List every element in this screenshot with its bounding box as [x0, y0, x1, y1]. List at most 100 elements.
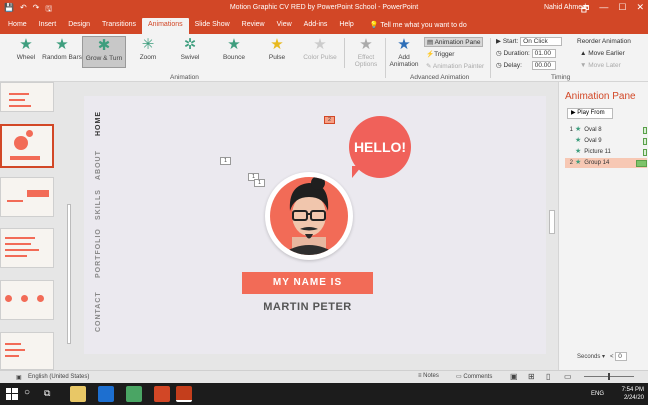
thumb-bar — [10, 156, 40, 160]
effect-label: Zoom — [139, 54, 157, 61]
duration-input[interactable]: 01.00 — [531, 49, 556, 58]
animation-item-selected[interactable]: 2 ★ Group 14 — [565, 158, 647, 168]
sorter-view-icon[interactable]: ⊞ — [528, 372, 535, 381]
slide-scrollbar[interactable] — [548, 84, 556, 356]
animation-pane-button[interactable]: ▤ Animation Pane — [424, 37, 484, 47]
slide-thumbnail[interactable] — [0, 228, 54, 268]
slide-thumbnail[interactable] — [0, 332, 54, 370]
animation-item[interactable]: ★ Oval 9 — [565, 136, 647, 146]
minimize-icon[interactable]: — — [599, 2, 608, 18]
start-dropdown[interactable]: On Click — [520, 37, 563, 46]
effect-options-button[interactable]: ★ Effect Options — [350, 36, 382, 68]
comments-button[interactable]: ▭ Comments — [456, 373, 492, 380]
animation-tag[interactable]: 2 — [324, 116, 335, 124]
lightbulb-icon: 💡 — [369, 22, 381, 29]
tab-slide-show[interactable]: Slide Show — [189, 18, 236, 34]
move-later-button[interactable]: ▼ Move Later — [580, 62, 621, 69]
edge-icon[interactable] — [98, 386, 114, 402]
close-icon[interactable]: ✕ — [636, 2, 644, 18]
effect-color-pulse[interactable]: ★ Color Pulse — [298, 36, 342, 68]
animation-item[interactable]: 1 ★ Oval 8 — [565, 125, 647, 135]
slide-thumbnail[interactable] — [0, 280, 54, 320]
effect-options-label: Effect Options — [354, 54, 378, 68]
search-icon[interactable]: ○ — [24, 387, 30, 398]
effect-pulse[interactable]: ★ Pulse — [255, 36, 299, 68]
trigger-button[interactable]: ⚡Trigger — [426, 50, 454, 58]
effect-swivel[interactable]: ✲ Swivel — [168, 36, 212, 68]
tab-add-ins[interactable]: Add-ins — [298, 18, 334, 34]
tab-design[interactable]: Design — [62, 18, 96, 34]
effect-label: Swivel — [180, 54, 200, 61]
slide-thumbnail[interactable] — [0, 82, 54, 112]
my-name-is-banner[interactable]: MY NAME IS — [242, 272, 373, 294]
animation-tag[interactable]: 1 — [220, 157, 231, 165]
task-view-icon[interactable]: ⧉ — [44, 388, 50, 399]
notes-button[interactable]: ≡ Notes — [418, 373, 439, 379]
slide-thumbnail-selected[interactable] — [0, 124, 54, 168]
add-animation-button[interactable]: ★ Add Animation — [388, 36, 420, 68]
avatar[interactable] — [270, 177, 348, 255]
slide-thumbnail[interactable] — [0, 177, 54, 217]
play-from-label: Play From — [577, 110, 605, 116]
scroll-thumb[interactable] — [67, 204, 71, 344]
add-animation-star-icon: ★ — [397, 36, 411, 53]
animation-item[interactable]: ★ Picture 11 — [565, 147, 647, 157]
play-from-button[interactable]: ▶ Play From — [567, 108, 613, 119]
thumbnail-list — [0, 82, 64, 370]
move-earlier-button[interactable]: ▲ Move Earlier — [580, 50, 625, 57]
tab-animations[interactable]: Animations — [141, 18, 189, 34]
reading-view-icon[interactable]: ▯ — [546, 372, 550, 381]
seconds-control[interactable]: Seconds ▾ < 0 — [577, 352, 628, 361]
file-explorer-icon[interactable] — [70, 386, 86, 402]
animation-painter-button[interactable]: ✎ Animation Painter — [426, 62, 484, 70]
item-number: 1 — [569, 127, 573, 133]
tab-view[interactable]: View — [271, 18, 298, 34]
language-status[interactable]: English (United States) — [28, 374, 89, 380]
powerpoint-active-icon[interactable] — [176, 386, 192, 402]
effect-grow-turn[interactable]: ✱ Grow & Turn — [82, 36, 126, 68]
slide[interactable]: HOME ABOUT SKILLS PORTFOLIO CONTACT HELL… — [84, 96, 546, 354]
ribbon-display-icon[interactable]: 🗗 — [581, 2, 589, 18]
tab-insert[interactable]: Insert — [33, 18, 63, 34]
effect-options-star-icon: ★ — [359, 36, 373, 53]
user-name[interactable]: Nahid Ahmed — [544, 4, 586, 11]
camtasia-icon[interactable] — [126, 386, 142, 402]
clock-time[interactable]: 7:54 PM — [622, 386, 644, 394]
tab-help[interactable]: Help — [333, 18, 359, 34]
delay-input[interactable]: 00.00 — [531, 61, 556, 70]
hello-bubble[interactable]: HELLO! — [349, 116, 411, 178]
powerpoint-app-icon[interactable] — [154, 386, 170, 402]
start-control[interactable]: ▶ Start: On Click — [496, 37, 563, 46]
tab-home[interactable]: Home — [2, 18, 33, 34]
thumb-bar — [5, 243, 31, 245]
thumb-bar — [5, 237, 35, 239]
effect-zoom[interactable]: ✳ Zoom — [126, 36, 170, 68]
zoom-slider-thumb[interactable] — [608, 373, 610, 380]
scroll-thumb[interactable] — [549, 210, 555, 234]
bounce-star-icon: ★ — [227, 36, 241, 53]
thumbnail-scrollbar[interactable] — [65, 84, 73, 368]
random-bars-star-icon: ★ — [55, 36, 69, 53]
duration-control[interactable]: ◷ Duration: 01.00 — [496, 49, 556, 58]
normal-view-icon[interactable]: ▣ — [510, 372, 518, 381]
tab-transitions[interactable]: Transitions — [96, 18, 142, 34]
windows-start-icon[interactable] — [6, 388, 18, 400]
effect-label: Pulse — [268, 54, 286, 61]
tab-review[interactable]: Review — [236, 18, 271, 34]
status-bar: ▣ English (United States) ≡ Notes ▭ Comm… — [0, 370, 648, 383]
slideshow-view-icon[interactable]: ▭ — [564, 372, 572, 381]
zoom-star-icon: ✳ — [141, 36, 155, 53]
notes-label: Notes — [423, 373, 439, 379]
animation-group-label: Animation — [170, 74, 199, 81]
full-name[interactable]: MARTIN PETER — [242, 301, 373, 313]
tell-me-box[interactable]: 💡 Tell me what you want to do — [364, 18, 473, 34]
maximize-icon[interactable]: ☐ — [618, 2, 626, 18]
effect-random-bars[interactable]: ★ Random Bars — [40, 36, 84, 68]
thumb-bar — [5, 355, 19, 357]
delay-control[interactable]: ◷ Delay: 00.00 — [496, 61, 556, 70]
tray-lang[interactable]: ENG — [591, 390, 604, 398]
clock-date[interactable]: 2/24/20 — [622, 394, 644, 402]
effect-bounce[interactable]: ★ Bounce — [212, 36, 256, 68]
animation-tag[interactable]: 1 — [254, 179, 265, 187]
nav-contact: CONTACT — [95, 291, 102, 332]
